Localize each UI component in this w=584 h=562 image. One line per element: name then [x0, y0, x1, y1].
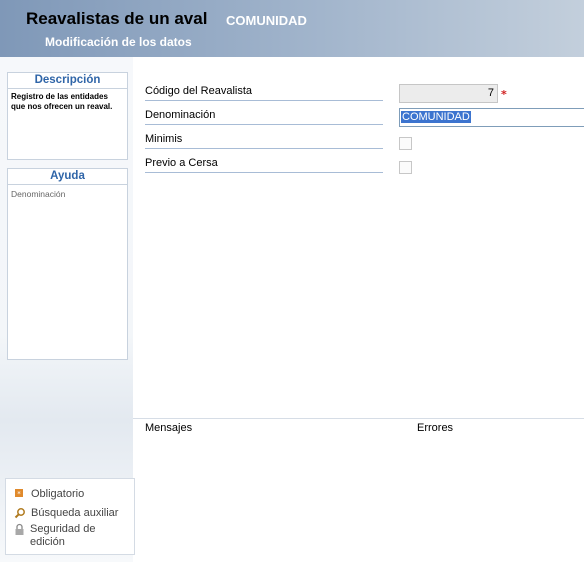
- legend-security: Seguridad de edición: [14, 523, 114, 549]
- description-title: Descripción: [8, 73, 127, 89]
- messages-label: Mensajes: [145, 422, 193, 434]
- description-text: Registro de las entidades que nos ofrece…: [11, 92, 113, 111]
- required-marker: *: [501, 88, 507, 101]
- denominacion-input[interactable]: COMUNIDAD: [399, 108, 584, 127]
- record-name: COMUNIDAD: [226, 13, 307, 28]
- previo-checkbox[interactable]: [399, 161, 412, 174]
- minimis-label: Minimis: [145, 133, 383, 149]
- header-bar: Reavalistas de un aval COMUNIDAD Modific…: [0, 0, 584, 57]
- legend-required: * Obligatorio: [14, 488, 84, 501]
- page-subtitle: Modificación de los datos: [45, 35, 192, 49]
- help-panel: Ayuda Denominación: [7, 168, 128, 360]
- previo-label: Previo a Cersa: [145, 157, 383, 173]
- help-text: Denominación: [11, 189, 66, 199]
- minimis-checkbox[interactable]: [399, 137, 412, 150]
- svg-text:*: *: [17, 490, 21, 498]
- description-panel: Descripción Registro de las entidades qu…: [7, 72, 128, 160]
- legend-box: * Obligatorio Búsqueda auxiliar Segurida…: [5, 478, 135, 555]
- magnifier-icon: [14, 507, 26, 522]
- errors-label: Errores: [417, 422, 454, 434]
- page-title: Reavalistas de un aval: [26, 9, 208, 28]
- legend-search: Búsqueda auxiliar: [14, 507, 118, 522]
- legend-search-label: Búsqueda auxiliar: [31, 507, 119, 519]
- legend-required-label: Obligatorio: [31, 488, 85, 500]
- legend-security-label: Seguridad de edición: [30, 523, 96, 548]
- lock-icon: [14, 523, 25, 540]
- required-icon: *: [14, 488, 26, 501]
- messages-divider: [133, 418, 584, 419]
- codigo-label: Código del Reavalista: [145, 85, 383, 101]
- help-title: Ayuda: [8, 169, 127, 185]
- denominacion-label: Denominación: [145, 109, 383, 125]
- denominacion-value: COMUNIDAD: [401, 111, 471, 123]
- codigo-input[interactable]: 7: [399, 84, 498, 103]
